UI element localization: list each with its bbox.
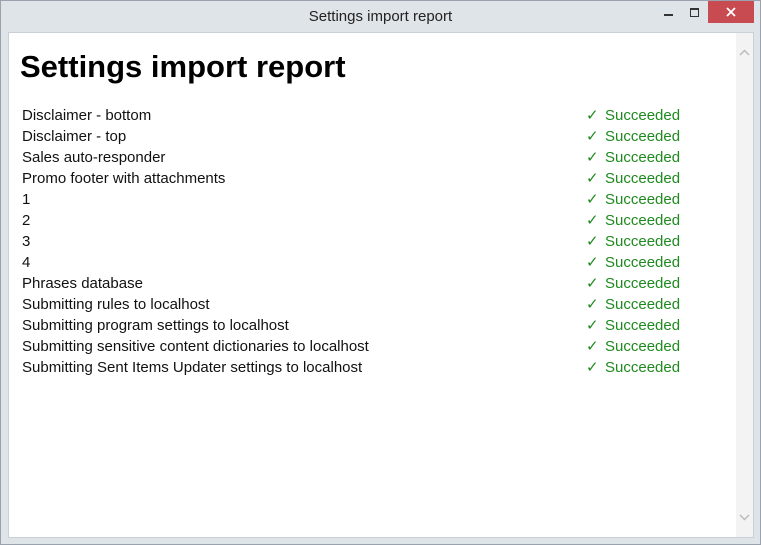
report-item-status: ✓ Succeeded: [586, 189, 680, 210]
report-item-label: Phrases database: [22, 275, 143, 292]
report-list: Disclaimer - bottom ✓ Succeeded Disclaimer …: [22, 105, 702, 378]
report-item-status: ✓ Succeeded: [586, 336, 680, 357]
report-item-label: Submitting program settings to localhost: [22, 317, 289, 334]
status-text: Succeeded: [605, 212, 681, 229]
vertical-scrollbar[interactable]: [736, 33, 753, 537]
check-mark-icon: ✓: [586, 149, 599, 166]
report-content: Settings import report Disclaimer - bott…: [8, 32, 754, 538]
report-item-label: Promo footer with attachments: [22, 170, 226, 187]
report-row: Submitting program settings to localhost…: [22, 315, 702, 336]
status-text: Succeeded: [605, 191, 681, 208]
scroll-down-button[interactable]: [736, 509, 753, 526]
title-bar[interactable]: Settings import report: [1, 1, 760, 31]
check-mark-icon: ✓: [586, 254, 599, 271]
status-text: Succeeded: [605, 149, 681, 166]
report-item-status: ✓ Succeeded: [586, 231, 680, 252]
report-row: Submitting Sent Items Updater settings t…: [22, 357, 702, 378]
status-text: Succeeded: [605, 233, 681, 250]
check-mark-icon: ✓: [586, 338, 599, 355]
status-text: Succeeded: [605, 275, 681, 292]
check-mark-icon: ✓: [586, 107, 599, 124]
report-row: Promo footer with attachments ✓ Succeeded: [22, 168, 702, 189]
check-mark-icon: ✓: [586, 128, 599, 145]
report-row: 1 ✓ Succeeded: [22, 189, 702, 210]
report-item-label: 2: [22, 212, 31, 229]
report-item-label: Disclaimer - bottom: [22, 107, 152, 124]
report-item-status: ✓ Succeeded: [586, 294, 680, 315]
report-row: 4 ✓ Succeeded: [22, 252, 702, 273]
report-item-label: Sales auto-responder: [22, 149, 166, 166]
report-item-status: ✓ Succeeded: [586, 273, 680, 294]
scroll-up-button[interactable]: [736, 44, 753, 61]
report-item-status: ✓ Succeeded: [586, 210, 680, 231]
report-item-label: Submitting rules to localhost: [22, 296, 210, 313]
check-mark-icon: ✓: [586, 317, 599, 334]
report-row: Disclaimer - top ✓ Succeeded: [22, 126, 702, 147]
status-text: Succeeded: [605, 338, 681, 355]
status-text: Succeeded: [605, 254, 681, 271]
close-icon: [726, 7, 736, 17]
report-item-status: ✓ Succeeded: [586, 105, 680, 126]
check-mark-icon: ✓: [586, 170, 599, 187]
check-mark-icon: ✓: [586, 212, 599, 229]
report-item-label: 1: [22, 191, 31, 208]
status-text: Succeeded: [605, 128, 681, 145]
check-mark-icon: ✓: [586, 233, 599, 250]
check-mark-icon: ✓: [586, 296, 599, 313]
report-item-status: ✓ Succeeded: [586, 126, 680, 147]
maximize-button[interactable]: [681, 1, 707, 23]
report-row: Phrases database ✓ Succeeded: [22, 273, 702, 294]
report-item-label: Submitting sensitive content dictionarie…: [22, 338, 369, 355]
report-item-label: Disclaimer - top: [22, 128, 127, 145]
status-text: Succeeded: [605, 296, 681, 313]
check-mark-icon: ✓: [586, 191, 599, 208]
report-row: Sales auto-responder ✓ Succeeded: [22, 147, 702, 168]
import-report-window: Settings import report Settings import r…: [0, 0, 761, 545]
report-item-label: 4: [22, 254, 31, 271]
check-mark-icon: ✓: [586, 275, 599, 292]
report-item-status: ✓ Succeeded: [586, 252, 680, 273]
report-row: Disclaimer - bottom ✓ Succeeded: [22, 105, 702, 126]
close-button[interactable]: [708, 1, 754, 23]
status-text: Succeeded: [605, 317, 681, 334]
maximize-icon: [689, 7, 699, 17]
check-mark-icon: ✓: [586, 359, 599, 376]
chevron-up-icon: [739, 49, 750, 56]
report-row: Submitting sensitive content dictionarie…: [22, 336, 702, 357]
report-row: Submitting rules to localhost ✓ Succeeded: [22, 294, 702, 315]
minimize-button[interactable]: [655, 1, 681, 23]
report-item-status: ✓ Succeeded: [586, 168, 680, 189]
report-row: 3 ✓ Succeeded: [22, 231, 702, 252]
report-item-status: ✓ Succeeded: [586, 315, 680, 336]
report-item-status: ✓ Succeeded: [586, 357, 680, 378]
report-heading: Settings import report: [20, 49, 346, 84]
status-text: Succeeded: [605, 359, 681, 376]
report-row: 2 ✓ Succeeded: [22, 210, 702, 231]
status-text: Succeeded: [605, 170, 681, 187]
window-title: Settings import report: [308, 8, 453, 25]
report-item-label: 3: [22, 233, 31, 250]
report-item-label: Submitting Sent Items Updater settings t…: [22, 359, 363, 376]
chevron-down-icon: [739, 514, 750, 521]
status-text: Succeeded: [605, 107, 681, 124]
report-item-status: ✓ Succeeded: [586, 147, 680, 168]
minimize-icon: [663, 14, 673, 16]
